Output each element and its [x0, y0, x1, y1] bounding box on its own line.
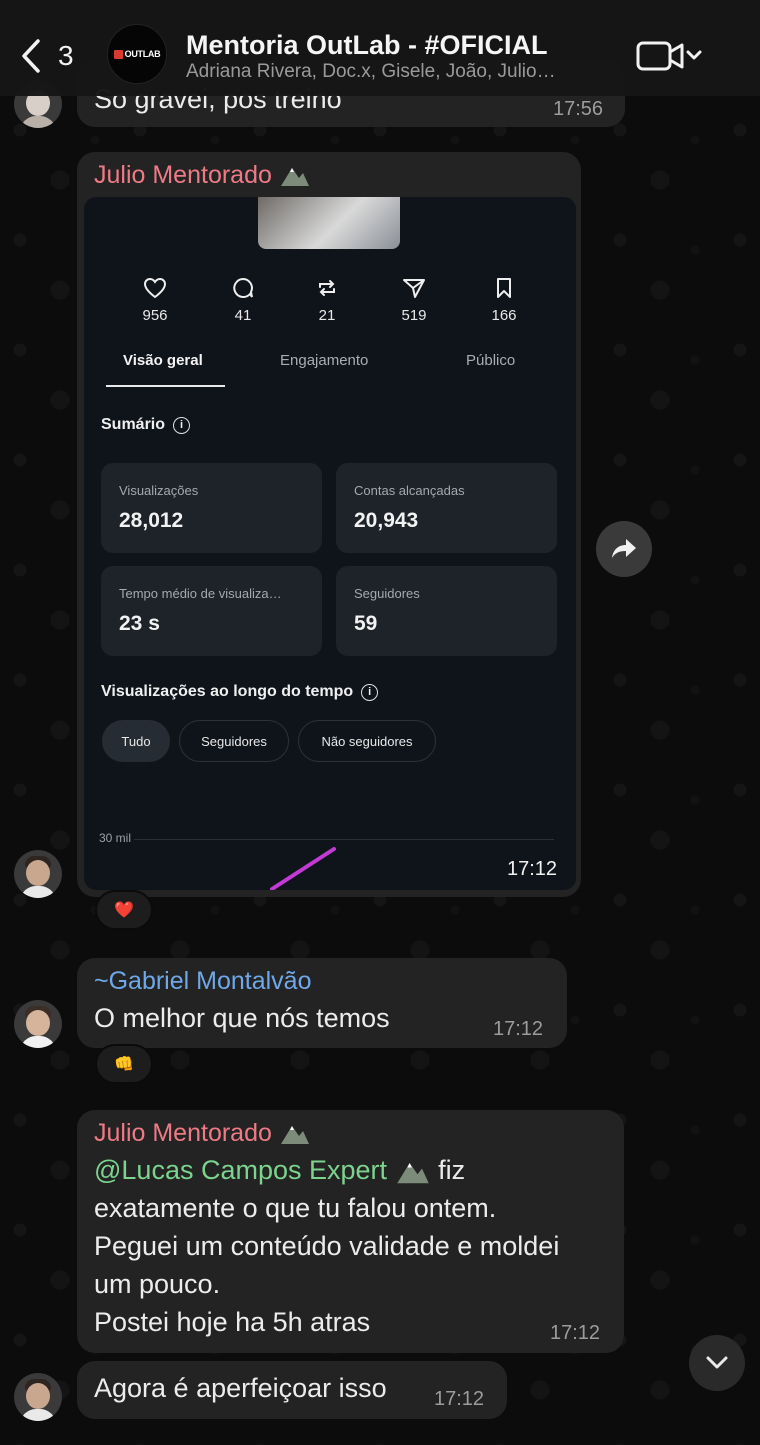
mountain-emoji-icon	[280, 168, 309, 187]
info-icon[interactable]: i	[173, 416, 191, 434]
views-over-time-title: Visualizações ao longo do tempo i	[101, 683, 379, 701]
message-text: O melhor que nós temos	[94, 1003, 390, 1033]
stat-card-watch-time: Tempo médio de visualiza… 23 s	[101, 566, 322, 656]
unread-count: 3	[58, 40, 74, 71]
sender-name[interactable]: Julio Mentorado	[94, 161, 311, 190]
group-members[interactable]: Adriana Rivera, Doc.x, Gisele, João, Jul…	[186, 61, 606, 83]
comment-icon	[233, 277, 253, 298]
mountain-emoji-icon	[280, 1126, 309, 1145]
stat-card-followers: Seguidores 59	[336, 566, 557, 656]
stat-card-views: Visualizações 28,012	[101, 463, 322, 553]
forward-arrow-icon	[612, 539, 636, 558]
repost-icon	[319, 280, 335, 296]
message-time: 17:56	[553, 98, 604, 120]
sender-avatar[interactable]	[14, 1373, 62, 1421]
reposts-metric: 21	[287, 277, 367, 324]
sender-name[interactable]: ~Gabriel Montalvão	[94, 967, 311, 996]
filter-pill-followers[interactable]: Seguidores	[179, 720, 289, 762]
back-button[interactable]: 3	[18, 36, 88, 76]
chart-gridline	[134, 839, 554, 840]
tab-overview[interactable]: Visão geral	[123, 352, 203, 369]
message-bubble[interactable]: Julio Mentorado @Lucas Campos Expert fiz…	[77, 1110, 624, 1353]
message-bubble[interactable]: Agora é aperfeiçoar isso 17:12	[77, 1361, 507, 1419]
reaction-heart[interactable]: ❤️	[95, 890, 153, 930]
outlab-logo: OUTLAB	[113, 49, 161, 59]
forward-button[interactable]	[596, 521, 652, 577]
reaction-fist[interactable]: 👊	[95, 1044, 153, 1084]
chevron-down-icon	[706, 1356, 728, 1369]
tab-audience[interactable]: Público	[466, 352, 515, 369]
sender-avatar[interactable]	[14, 1000, 62, 1048]
insights-screenshot[interactable]: 956 41 21 519 166 Visão geral Engajament…	[84, 197, 576, 890]
filter-pill-non-followers[interactable]: Não seguidores	[298, 720, 436, 762]
mountain-emoji-icon	[396, 1162, 429, 1184]
bookmark-icon	[497, 278, 511, 298]
chevron-down-icon	[686, 50, 702, 60]
chat-header: 3 OUTLAB Mentoria OutLab - #OFICIAL Adri…	[0, 0, 760, 96]
stat-card-reach: Contas alcançadas 20,943	[336, 463, 557, 553]
chart-axis-label: 30 mil	[99, 831, 132, 845]
filter-pill-all[interactable]: Tudo	[102, 720, 170, 762]
likes-metric: 956	[115, 277, 195, 324]
video-call-button[interactable]	[636, 38, 708, 74]
shares-metric: 519	[374, 277, 454, 324]
heart-icon	[143, 277, 167, 299]
info-icon[interactable]: i	[361, 683, 379, 701]
summary-title: Sumário i	[101, 416, 191, 434]
saves-metric: 166	[464, 277, 544, 324]
reel-thumbnail	[258, 197, 400, 249]
scroll-to-bottom-button[interactable]	[689, 1335, 745, 1391]
video-camera-icon	[636, 41, 702, 71]
comments-metric: 41	[203, 277, 283, 324]
message-time: 17:12	[550, 1322, 601, 1344]
message-time: 17:12	[434, 1388, 485, 1410]
message-text: @Lucas Campos Expert fiz exatamente o qu…	[94, 1155, 560, 1337]
group-avatar[interactable]: OUTLAB	[107, 24, 167, 84]
metrics-row: 956 41 21 519 166	[84, 277, 576, 337]
chevron-left-icon	[22, 39, 40, 73]
chart-trend-line	[270, 847, 336, 890]
image-message-time: 17:12	[507, 858, 558, 880]
message-bubble[interactable]: ~Gabriel Montalvão O melhor que nós temo…	[77, 958, 567, 1048]
message-time: 17:12	[493, 1018, 544, 1040]
sender-name[interactable]: Julio Mentorado	[94, 1119, 311, 1148]
share-icon	[403, 279, 425, 298]
message-text: Agora é aperfeiçoar isso	[94, 1373, 387, 1403]
sender-avatar[interactable]	[14, 850, 62, 898]
group-title[interactable]: Mentoria OutLab - #OFICIAL	[186, 30, 548, 61]
user-mention[interactable]: @Lucas Campos Expert	[94, 1155, 387, 1185]
tab-engagement[interactable]: Engajamento	[280, 352, 368, 369]
active-tab-indicator	[106, 385, 225, 387]
